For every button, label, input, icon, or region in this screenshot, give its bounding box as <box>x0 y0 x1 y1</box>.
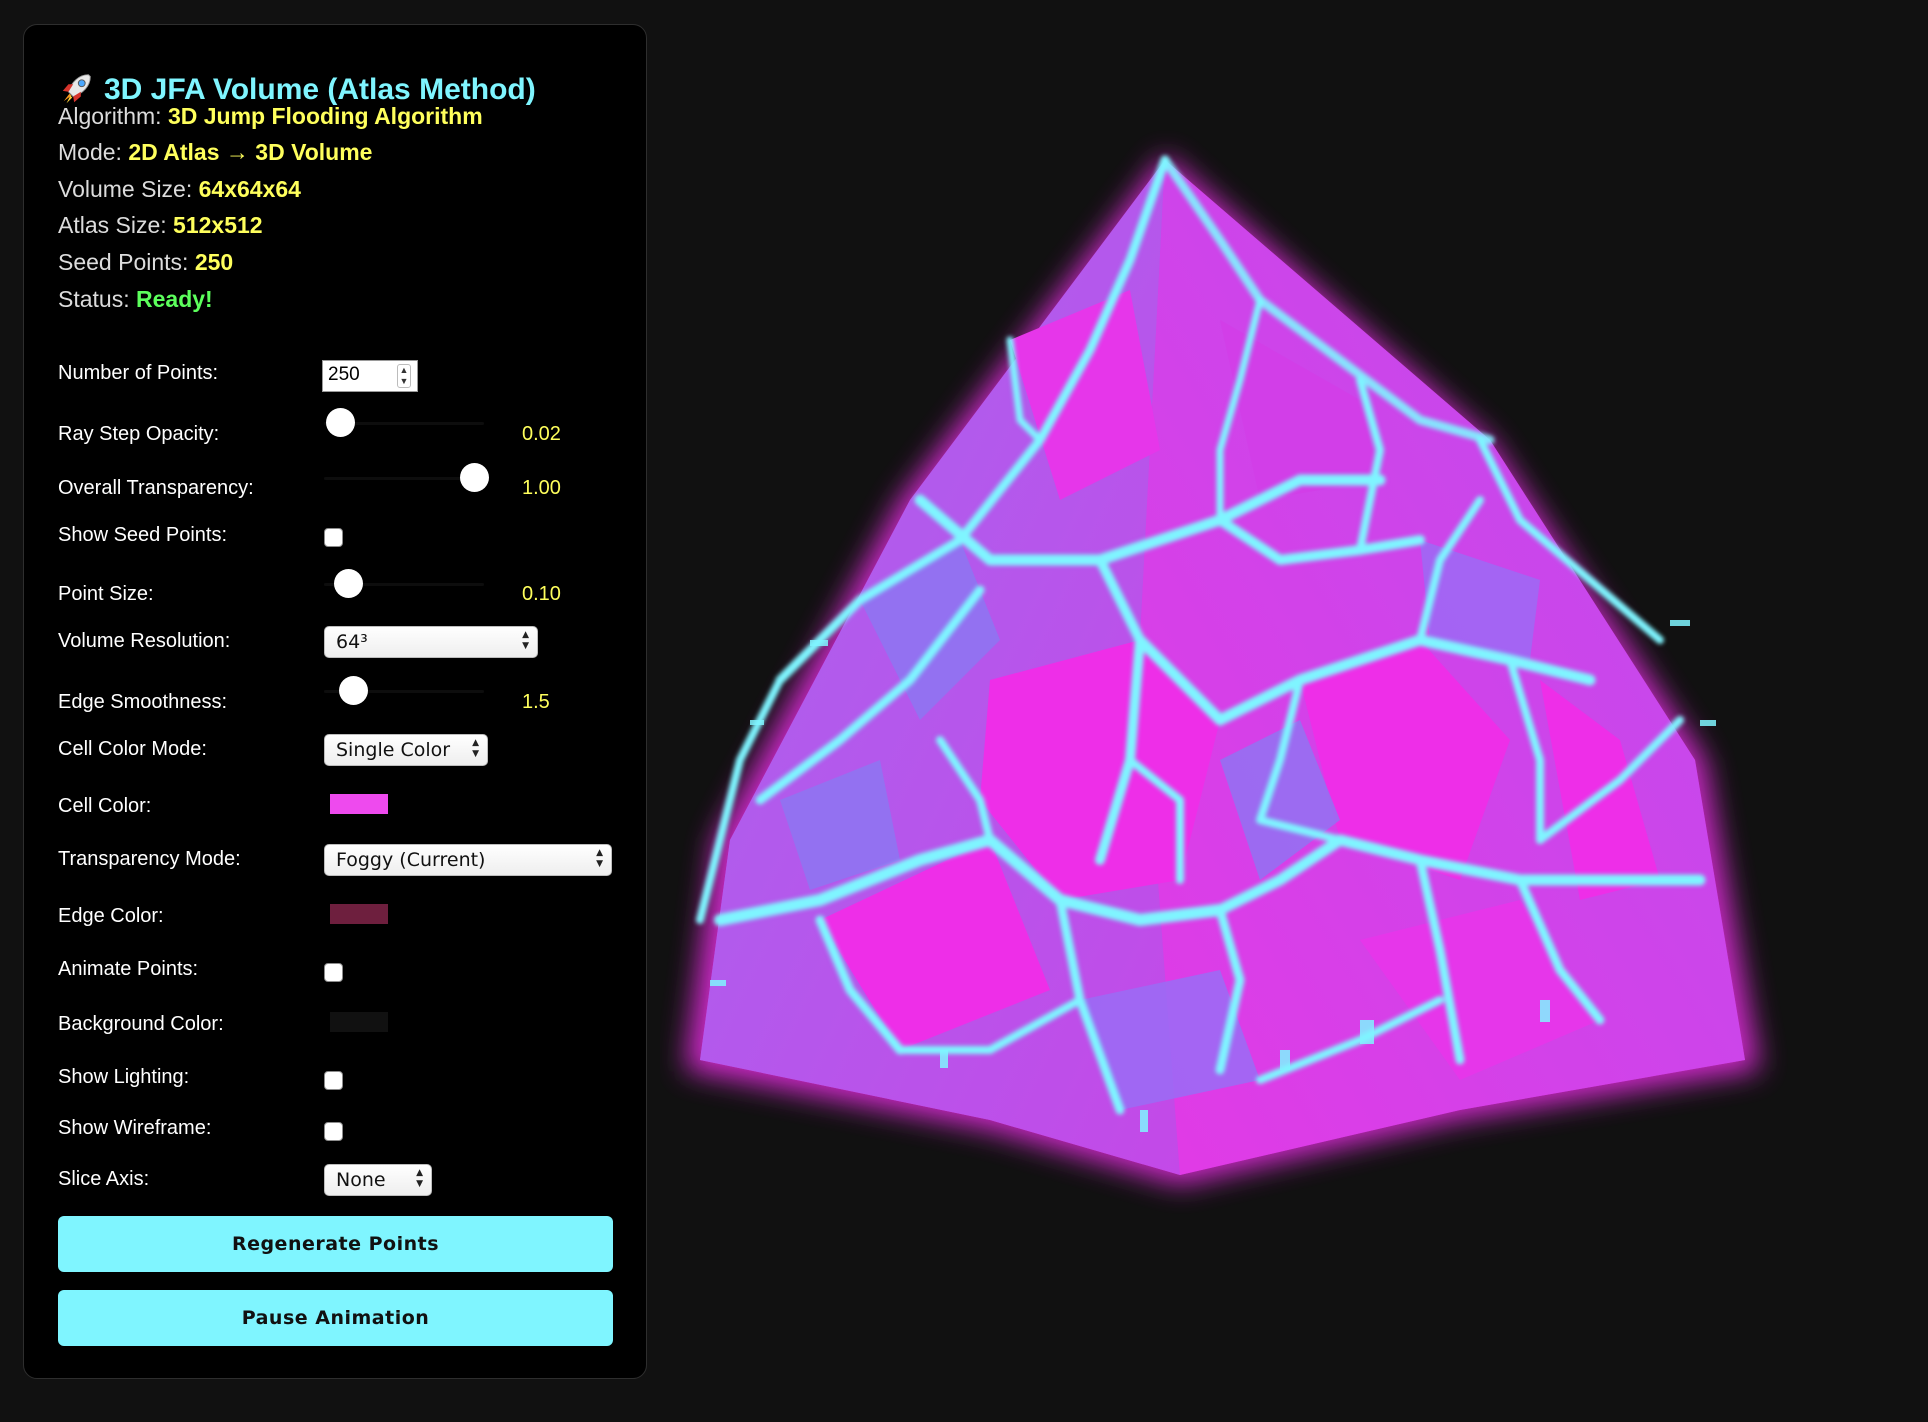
rocket-icon <box>62 74 91 104</box>
point-size-label: Point Size: <box>58 583 154 605</box>
pause-animation-button[interactable]: Pause Animation <box>58 1290 613 1346</box>
edge-smoothness-label: Edge Smoothness: <box>58 691 227 713</box>
animate-points-checkbox[interactable] <box>324 963 343 982</box>
voronoi-volume <box>700 160 1745 1175</box>
info-value: 64x64x64 <box>198 176 301 202</box>
show-lighting-checkbox[interactable] <box>324 1071 343 1090</box>
select-arrows-icon: ▲ ▼ <box>522 630 529 651</box>
volume-render-canvas[interactable] <box>660 120 1800 1220</box>
transparency-mode-select[interactable]: Foggy (Current) ▲ ▼ <box>324 844 612 876</box>
num-points-value: 250 <box>328 364 360 385</box>
edge-smoothness-slider[interactable] <box>324 676 484 706</box>
info-atlas-size: Atlas Size: 512x512 <box>58 212 263 239</box>
show-seed-points-checkbox[interactable] <box>324 528 343 547</box>
info-label: Atlas Size: <box>58 212 167 238</box>
info-value: 250 <box>194 249 234 275</box>
background-color-swatch[interactable] <box>330 1012 388 1032</box>
volume-resolution-label: Volume Resolution: <box>58 630 231 652</box>
cell-color-mode-selected: Single Color <box>336 739 451 761</box>
info-status: Status: Ready! <box>58 286 213 313</box>
info-mode: Mode: 2D Atlas → 3D Volume <box>58 139 372 166</box>
info-value: 512x512 <box>173 212 263 238</box>
point-size-slider[interactable] <box>324 569 484 599</box>
transparency-mode-label: Transparency Mode: <box>58 848 241 870</box>
edge-color-label: Edge Color: <box>58 905 164 927</box>
num-points-label: Number of Points: <box>58 362 219 384</box>
select-arrows-icon: ▲ ▼ <box>472 738 479 759</box>
transparency-mode-selected: Foggy (Current) <box>336 849 486 871</box>
ray-step-opacity-label: Ray Step Opacity: <box>58 423 220 445</box>
slice-axis-select[interactable]: None ▲ ▼ <box>324 1164 432 1196</box>
info-label: Volume Size: <box>58 176 193 202</box>
number-spinner-icon[interactable]: ▲ ▼ <box>397 364 411 388</box>
edge-color-swatch[interactable] <box>330 904 388 924</box>
info-algorithm: Algorithm: 3D Jump Flooding Algorithm <box>58 103 483 130</box>
slider-thumb[interactable] <box>338 676 368 705</box>
ray-step-opacity-slider[interactable] <box>324 408 484 438</box>
show-wireframe-label: Show Wireframe: <box>58 1117 212 1139</box>
cell-color-mode-label: Cell Color Mode: <box>58 738 207 760</box>
overall-transparency-value: 1.00 <box>522 477 561 499</box>
info-volume-size: Volume Size: 64x64x64 <box>58 176 301 203</box>
info-label: Mode: <box>58 139 122 165</box>
info-label: Status: <box>58 286 130 312</box>
slider-thumb[interactable] <box>334 569 363 598</box>
volume-resolution-select[interactable]: 64³ ▲ ▼ <box>324 626 538 658</box>
num-points-input[interactable]: 250 ▲ ▼ <box>322 360 418 392</box>
select-arrows-icon: ▲ ▼ <box>596 848 603 869</box>
slice-axis-label: Slice Axis: <box>58 1168 150 1190</box>
ray-step-opacity-value: 0.02 <box>522 423 561 445</box>
show-wireframe-checkbox[interactable] <box>324 1122 343 1141</box>
regenerate-points-button[interactable]: Regenerate Points <box>58 1216 613 1272</box>
info-label: Algorithm: <box>58 103 162 129</box>
info-seed-points: Seed Points: 250 <box>58 249 233 276</box>
point-size-value: 0.10 <box>522 583 561 605</box>
panel-title: 3D JFA Volume (Atlas Method) <box>58 69 536 107</box>
overall-transparency-slider[interactable] <box>324 463 490 493</box>
cell-color-swatch[interactable] <box>330 794 388 814</box>
slice-axis-selected: None <box>336 1169 386 1191</box>
status-badge: Ready! <box>136 286 213 312</box>
animate-points-label: Animate Points: <box>58 958 199 980</box>
show-seed-points-label: Show Seed Points: <box>58 524 227 546</box>
overall-transparency-label: Overall Transparency: <box>58 477 254 499</box>
volume-resolution-selected: 64³ <box>336 631 368 653</box>
info-value: 2D Atlas → 3D Volume <box>128 139 373 165</box>
slider-thumb[interactable] <box>460 463 490 492</box>
edge-smoothness-value: 1.5 <box>522 691 550 713</box>
select-arrows-icon: ▲ ▼ <box>416 1168 423 1189</box>
info-value: 3D Jump Flooding Algorithm <box>167 103 483 129</box>
background-color-label: Background Color: <box>58 1013 224 1035</box>
show-lighting-label: Show Lighting: <box>58 1066 190 1088</box>
control-panel: 3D JFA Volume (Atlas Method) Algorithm: … <box>23 24 647 1379</box>
info-label: Seed Points: <box>58 249 189 275</box>
cell-color-label: Cell Color: <box>58 795 152 817</box>
cell-color-mode-select[interactable]: Single Color ▲ ▼ <box>324 734 488 766</box>
slider-thumb[interactable] <box>326 408 355 437</box>
panel-title-text: 3D JFA Volume (Atlas Method) <box>104 73 536 106</box>
